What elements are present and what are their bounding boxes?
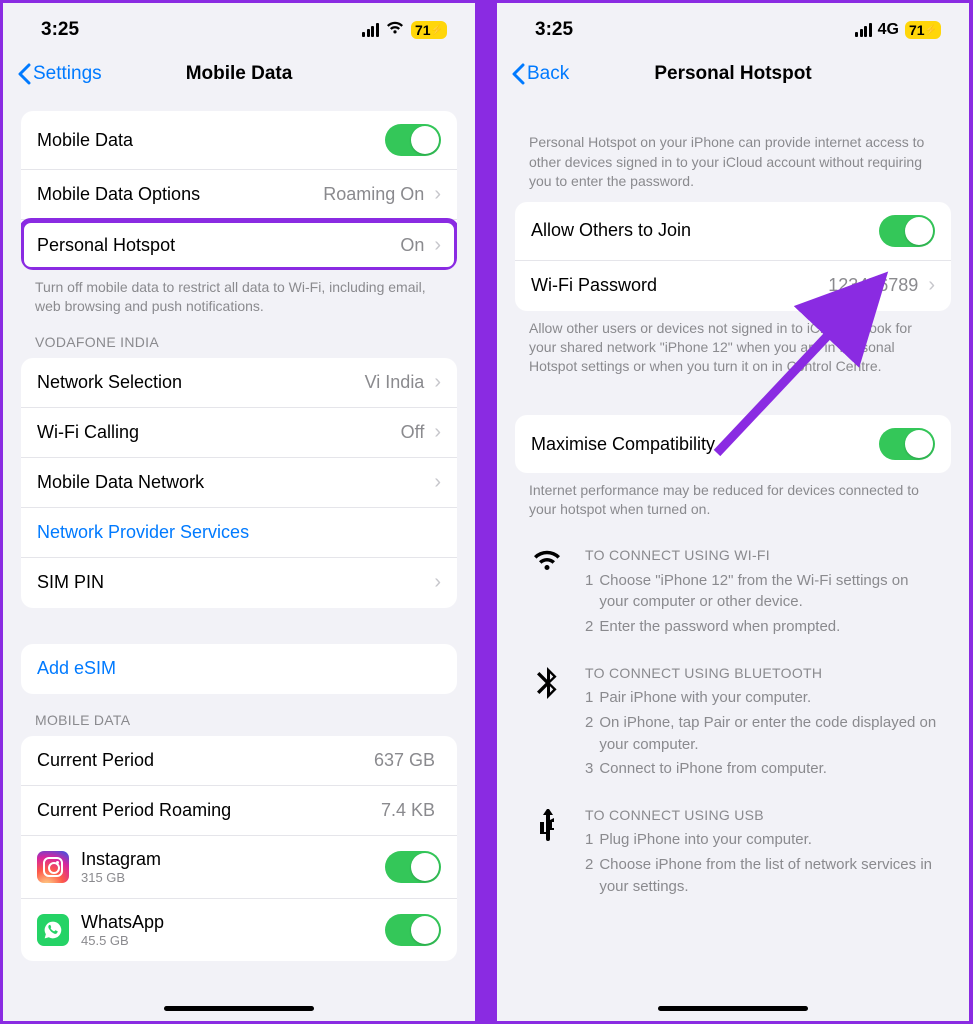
phone-right: 3:25 4G 71⚡ Back Personal Hotspot Person… — [494, 0, 972, 1024]
wifi-icon — [529, 545, 565, 641]
status-bar: 3:25 4G 71⚡ — [497, 3, 969, 49]
row-current-period: Current Period 637 GB — [21, 736, 457, 786]
toggle-mobile-data[interactable] — [385, 124, 441, 156]
cellular-signal-icon — [362, 23, 379, 37]
label: Mobile Data — [37, 130, 385, 151]
chevron-right-icon: › — [434, 234, 441, 257]
back-label: Back — [527, 63, 569, 85]
row-network-selection[interactable]: Network Selection Vi India › — [21, 358, 457, 408]
phone-left: 3:25 71⚡ Settings Mobile Data Mobile Dat… — [0, 0, 478, 1024]
instruction-usb: TO CONNECT USING USB 1Plug iPhone into y… — [497, 793, 969, 911]
group-carrier: Network Selection Vi India › Wi-Fi Calli… — [21, 358, 457, 608]
label: Personal Hotspot — [37, 235, 400, 256]
group-usage: Current Period 637 GB Current Period Roa… — [21, 736, 457, 961]
nav-bar: Back Personal Hotspot — [497, 49, 969, 103]
chevron-right-icon: › — [434, 471, 441, 494]
bluetooth-icon — [529, 663, 565, 783]
row-personal-hotspot[interactable]: Personal Hotspot On › — [21, 220, 457, 270]
value: Roaming On — [323, 184, 424, 205]
page-title: Personal Hotspot — [654, 63, 811, 85]
row-app-instagram[interactable]: Instagram 315 GB — [21, 836, 457, 899]
row-current-period-roaming: Current Period Roaming 7.4 KB — [21, 786, 457, 836]
nav-bar: Settings Mobile Data — [3, 49, 475, 103]
group-compat: Maximise Compatibility — [515, 415, 951, 473]
label: Mobile Data Options — [37, 184, 323, 205]
usb-icon — [529, 805, 565, 901]
back-label: Settings — [33, 63, 102, 85]
row-app-whatsapp[interactable]: WhatsApp 45.5 GB — [21, 899, 457, 961]
row-add-esim[interactable]: Add eSIM — [21, 644, 457, 694]
footer-text: Turn off mobile data to restrict all dat… — [3, 270, 475, 316]
toggle-app[interactable] — [385, 914, 441, 946]
network-type: 4G — [878, 21, 899, 39]
group-esim: Add eSIM — [21, 644, 457, 694]
home-indicator[interactable] — [164, 1006, 314, 1011]
row-sim-pin[interactable]: SIM PIN › — [21, 558, 457, 608]
row-allow-others[interactable]: Allow Others to Join — [515, 202, 951, 261]
toggle-allow-others[interactable] — [879, 215, 935, 247]
home-indicator[interactable] — [658, 1006, 808, 1011]
row-mobile-data-network[interactable]: Mobile Data Network › — [21, 458, 457, 508]
toggle-app[interactable] — [385, 851, 441, 883]
status-bar: 3:25 71⚡ — [3, 3, 475, 49]
group-header: VODAFONE INDIA — [3, 316, 475, 358]
chevron-right-icon: › — [434, 571, 441, 594]
back-button[interactable]: Back — [511, 63, 569, 85]
chevron-right-icon: › — [434, 421, 441, 444]
status-time: 3:25 — [41, 19, 79, 41]
battery-indicator: 71⚡ — [905, 21, 941, 39]
row-mobile-data-options[interactable]: Mobile Data Options Roaming On › — [21, 170, 457, 220]
chevron-right-icon: › — [928, 274, 935, 297]
row-mobile-data[interactable]: Mobile Data — [21, 111, 457, 170]
row-maximise-compatibility[interactable]: Maximise Compatibility — [515, 415, 951, 473]
whatsapp-icon — [37, 914, 69, 946]
row-wifi-calling[interactable]: Wi-Fi Calling Off › — [21, 408, 457, 458]
row-network-provider-services[interactable]: Network Provider Services — [21, 508, 457, 558]
group-mobile-data: Mobile Data Mobile Data Options Roaming … — [21, 111, 457, 270]
footer-text: Allow other users or devices not signed … — [497, 311, 969, 376]
value: On — [400, 235, 424, 256]
footer-text: Internet performance may be reduced for … — [497, 473, 969, 519]
status-time: 3:25 — [535, 19, 573, 41]
chevron-right-icon: › — [434, 183, 441, 206]
back-button[interactable]: Settings — [17, 63, 102, 85]
group-allow: Allow Others to Join Wi-Fi Password 1234… — [515, 202, 951, 311]
cellular-signal-icon — [855, 23, 872, 37]
instruction-wifi: TO CONNECT USING WI-FI 1Choose "iPhone 1… — [497, 533, 969, 651]
chevron-right-icon: › — [434, 371, 441, 394]
battery-indicator: 71⚡ — [411, 21, 447, 39]
instruction-bluetooth: TO CONNECT USING BLUETOOTH 1Pair iPhone … — [497, 651, 969, 793]
instagram-icon — [37, 851, 69, 883]
wifi-icon — [385, 19, 405, 41]
intro-text: Personal Hotspot on your iPhone can prov… — [497, 103, 969, 202]
row-wifi-password[interactable]: Wi-Fi Password 123456789 › — [515, 261, 951, 311]
group-header: MOBILE DATA — [3, 694, 475, 736]
page-title: Mobile Data — [186, 63, 293, 85]
toggle-compat[interactable] — [879, 428, 935, 460]
